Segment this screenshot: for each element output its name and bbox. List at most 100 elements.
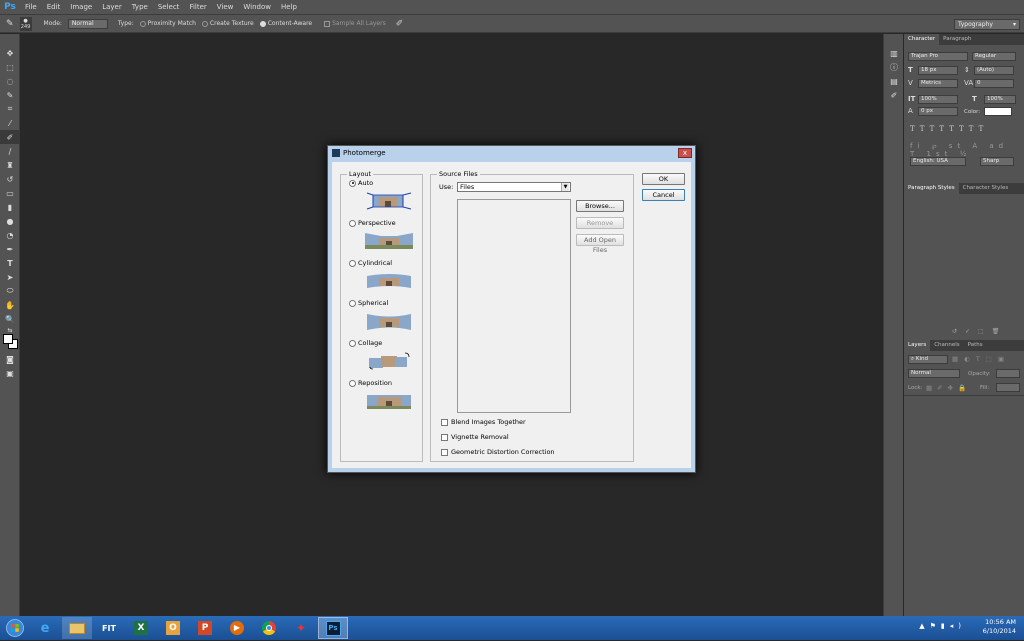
ie-icon[interactable]: e — [30, 617, 60, 639]
blend-mode-select[interactable]: Normal — [908, 369, 960, 378]
history-panel-icon[interactable]: ▥ — [884, 46, 904, 60]
eyedropper-tool-icon[interactable]: ⁄ — [0, 116, 20, 130]
ok-button[interactable]: OK — [642, 173, 685, 185]
type-tool-icon[interactable]: T — [0, 256, 20, 270]
tab-character-styles[interactable]: Character Styles — [959, 183, 1013, 194]
lock-icons[interactable]: ▦✐✥🔒 — [926, 384, 971, 392]
fitb-icon[interactable]: FIT — [94, 617, 124, 639]
language-select[interactable]: English: USA — [910, 157, 966, 166]
history-brush-tool-icon[interactable]: ↺ — [0, 172, 20, 186]
color-swatches[interactable] — [0, 334, 19, 352]
layer-filter-icons[interactable]: ▦◐T⬚▣ — [952, 355, 1010, 363]
shape-tool-icon[interactable]: ⬭ — [0, 284, 20, 298]
layout-reposition-radio[interactable]: Reposition — [349, 379, 392, 387]
menu-select[interactable]: Select — [153, 0, 185, 14]
menu-filter[interactable]: Filter — [184, 0, 211, 14]
layer-filter-select[interactable]: ⌕ Kind — [908, 355, 948, 364]
tab-channels[interactable]: Channels — [930, 340, 963, 351]
menu-view[interactable]: View — [212, 0, 239, 14]
sample-all-layers-checkbox[interactable]: Sample All Layers — [324, 20, 386, 27]
brush-tool-icon[interactable]: ∕ — [0, 144, 20, 158]
tab-paragraph-styles[interactable]: Paragraph Styles — [904, 183, 959, 194]
fill-field[interactable] — [996, 383, 1020, 392]
layout-spherical-radio[interactable]: Spherical — [349, 299, 388, 307]
gradient-tool-icon[interactable]: ▮ — [0, 200, 20, 214]
baseline-shift-field[interactable]: 0 px — [918, 107, 958, 116]
layout-auto-radio[interactable]: Auto — [349, 179, 373, 187]
workspace-select[interactable]: Typography ▾ — [954, 19, 1020, 30]
layout-collage-radio[interactable]: Collage — [349, 339, 382, 347]
explorer-icon[interactable] — [62, 617, 92, 639]
dialog-titlebar[interactable]: Photomerge — [328, 146, 695, 160]
foreground-color-swatch[interactable] — [3, 334, 13, 344]
quick-mask-icon[interactable]: ◙ — [0, 352, 20, 366]
font-family-select[interactable]: Trajan Pro — [908, 52, 968, 61]
move-tool-icon[interactable]: ✥ — [0, 46, 20, 60]
hand-tool-icon[interactable]: ✋ — [0, 298, 20, 312]
layout-cylindrical-radio[interactable]: Cylindrical — [349, 259, 392, 267]
opentype-icons[interactable]: fi ℘ st A ad T 1st ½ — [910, 142, 1024, 158]
close-button[interactable]: x — [678, 148, 692, 158]
mode-select[interactable]: Normal — [67, 18, 108, 29]
pressure-icon[interactable]: ✐ — [396, 19, 404, 29]
vertical-scale-field[interactable]: 100% — [918, 95, 958, 104]
marquee-tool-icon[interactable]: ⬚ — [0, 60, 20, 74]
vignette-removal-checkbox[interactable]: Vignette Removal — [441, 433, 509, 441]
opacity-field[interactable] — [996, 369, 1020, 378]
chrome-icon[interactable] — [254, 617, 284, 639]
layout-perspective-radio[interactable]: Perspective — [349, 219, 396, 227]
game-icon[interactable]: ✦ — [286, 617, 316, 639]
menu-layer[interactable]: Layer — [97, 0, 127, 14]
photoshop-icon[interactable]: Ps — [318, 617, 348, 639]
photoshop-logo[interactable]: Ps — [0, 0, 20, 14]
kerning-field[interactable]: Metrics — [918, 79, 958, 88]
menu-image[interactable]: Image — [65, 0, 97, 14]
styles-footer-icons[interactable]: ↺✓⬚🗑 — [952, 328, 1007, 335]
tracking-field[interactable]: 0 — [974, 79, 1014, 88]
horizontal-scale-field[interactable]: 100% — [984, 95, 1016, 104]
start-button[interactable] — [0, 616, 30, 640]
cancel-button[interactable]: Cancel — [642, 189, 685, 201]
properties-panel-icon[interactable]: ▤ — [884, 74, 904, 88]
lasso-tool-icon[interactable]: ◌ — [0, 74, 20, 88]
file-list[interactable] — [457, 199, 571, 413]
type-create-texture[interactable]: Create Texture — [201, 20, 254, 27]
brush-preset-picker[interactable]: ● 249 — [19, 16, 32, 31]
type-proximity-match[interactable]: Proximity Match — [139, 20, 196, 27]
leading-field[interactable]: (Auto) — [974, 66, 1014, 75]
use-select[interactable]: Files ▼ — [457, 182, 571, 192]
info-panel-icon[interactable]: ⓘ — [884, 60, 904, 74]
geometric-distortion-checkbox[interactable]: Geometric Distortion Correction — [441, 448, 555, 456]
antialias-select[interactable]: Sharp — [980, 157, 1014, 166]
outlook-icon[interactable]: O — [158, 617, 188, 639]
pen-tool-icon[interactable]: ✒ — [0, 242, 20, 256]
path-select-tool-icon[interactable]: ➤ — [0, 270, 20, 284]
healing-brush-icon[interactable]: ✎ — [6, 19, 14, 29]
menu-help[interactable]: Help — [276, 0, 302, 14]
add-open-files-button[interactable]: Add Open Files — [576, 234, 624, 254]
media-player-icon[interactable]: ▶ — [222, 617, 252, 639]
zoom-tool-icon[interactable]: 🔍 — [0, 312, 20, 326]
remove-button[interactable]: Remove — [576, 217, 624, 229]
font-size-field[interactable]: 18 px — [918, 66, 958, 75]
system-tray-icons[interactable]: ▲⚑▮◂) — [919, 622, 966, 630]
clock[interactable]: 10:56 AM 6/10/2014 — [983, 618, 1016, 636]
dodge-tool-icon[interactable]: ◔ — [0, 228, 20, 242]
clone-stamp-tool-icon[interactable]: ♜ — [0, 158, 20, 172]
menu-file[interactable]: File — [20, 0, 42, 14]
text-color-swatch[interactable] — [984, 107, 1012, 116]
text-style-icons[interactable]: TTTTTTTT — [910, 125, 988, 133]
tab-paragraph[interactable]: Paragraph — [939, 34, 975, 45]
screen-mode-icon[interactable]: ▣ — [0, 366, 20, 380]
blur-tool-icon[interactable]: ● — [0, 214, 20, 228]
crop-tool-icon[interactable]: ⌗ — [0, 102, 20, 116]
tab-character[interactable]: Character — [904, 34, 940, 45]
browse-button[interactable]: Browse... — [576, 200, 624, 212]
tab-layers[interactable]: Layers — [904, 340, 931, 351]
excel-icon[interactable]: X — [126, 617, 156, 639]
quick-select-tool-icon[interactable]: ✎ — [0, 88, 20, 102]
menu-edit[interactable]: Edit — [42, 0, 66, 14]
blend-images-checkbox[interactable]: Blend Images Together — [441, 418, 526, 426]
swap-colors-icon[interactable]: ⇆ — [0, 326, 20, 334]
tool-presets-icon[interactable]: ✐ — [884, 88, 904, 102]
